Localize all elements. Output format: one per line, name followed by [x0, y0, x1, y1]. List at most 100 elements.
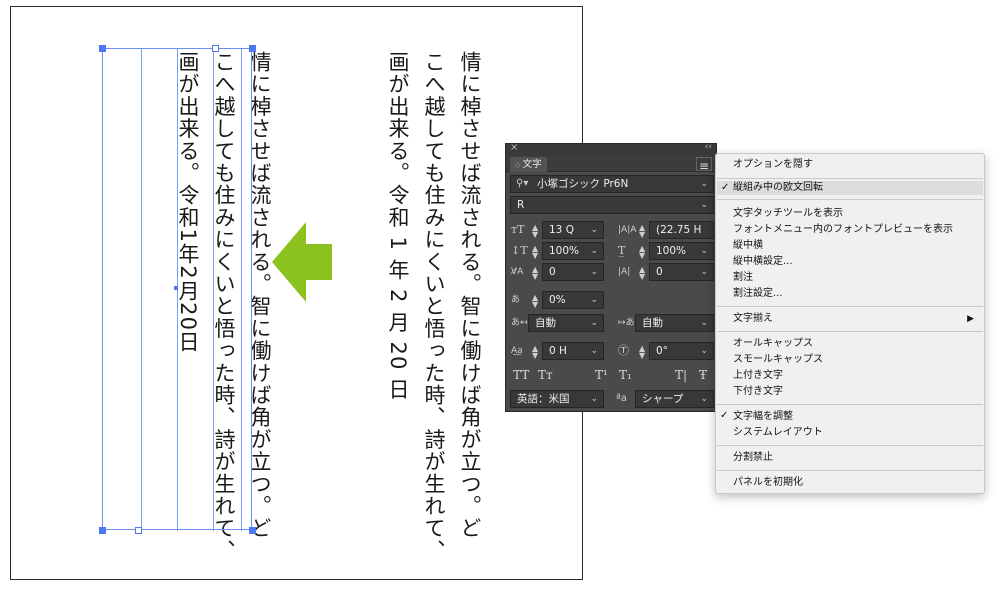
- menu-item-label: 縦組み中の欧文回転: [733, 182, 823, 193]
- vertical-scale-field[interactable]: 100% ⌄: [542, 242, 604, 260]
- selection-handle[interactable]: [99, 45, 106, 52]
- menu-item-adjust-character-width[interactable]: 文字幅を調整: [733, 410, 793, 424]
- menu-item-character-alignment[interactable]: 文字揃え: [733, 312, 773, 326]
- stepper-icon[interactable]: ▲ ▼: [639, 224, 645, 239]
- font-family-select[interactable]: ⚲▾ 小塚ゴシック Pr6N ⌄: [510, 175, 714, 193]
- font-style-value: R: [517, 199, 525, 211]
- font-size-icon: ᴛT: [511, 223, 525, 236]
- menu-item-show-font-preview[interactable]: フォントメニュー内のフォントプレビューを表示: [733, 223, 953, 237]
- menu-item-superscript[interactable]: 上付き文字: [733, 369, 783, 383]
- chevron-down-icon: ⌄: [700, 246, 708, 256]
- subscript-button[interactable]: T₁: [619, 368, 632, 382]
- stepper-icon[interactable]: ▲ ▼: [532, 345, 538, 360]
- antialias-value: シャープ: [642, 393, 684, 405]
- leading-field[interactable]: (22.75 H: [649, 221, 714, 239]
- font-size-field[interactable]: 13 Q ⌄: [542, 221, 604, 239]
- font-family-value: 小塚ゴシック Pr6N: [537, 178, 629, 190]
- rotation-value: 0°: [656, 345, 668, 357]
- character-panel: × ‹‹ ◇ 文字 ≡ ⚲▾ 小塚ゴシック Pr6N ⌄ R ⌄ ᴛT ▲ ▼ 1…: [505, 142, 717, 412]
- stepper-icon[interactable]: ▲ ▼: [532, 245, 538, 260]
- stepper-icon[interactable]: ▲ ▼: [532, 224, 538, 239]
- panel-menu-icon[interactable]: ≡: [695, 157, 712, 173]
- baseline-shift-icon: A͟a: [511, 346, 523, 356]
- aki-after-select[interactable]: 自動 ⌄: [635, 314, 714, 332]
- stepper-icon[interactable]: ▲ ▼: [639, 245, 645, 260]
- horizontal-scale-icon: T̲: [618, 244, 626, 257]
- menu-separator: [717, 178, 983, 179]
- font-style-select[interactable]: R ⌄: [510, 196, 714, 214]
- text-line: 画が出来る。令和 1 年 2 月 20 日: [386, 51, 410, 401]
- superscript-button[interactable]: T¹: [595, 368, 608, 382]
- search-icon: ⚲▾: [516, 178, 529, 189]
- stepper-icon[interactable]: ▲ ▼: [639, 266, 645, 281]
- menu-item-tate-chu-yoko[interactable]: 縦中横: [733, 239, 763, 253]
- menu-item-warichu[interactable]: 割注: [733, 271, 753, 285]
- aki-before-select[interactable]: 自動 ⌄: [528, 314, 604, 332]
- underline-button[interactable]: T|: [675, 368, 687, 382]
- antialias-select[interactable]: シャープ ⌄: [635, 390, 714, 408]
- chevron-down-icon: ⌄: [590, 295, 598, 305]
- tsume-icon: あ: [511, 295, 521, 305]
- chevron-down-icon: ⌄: [590, 346, 598, 356]
- selection-handle[interactable]: [249, 527, 256, 534]
- menu-separator: [717, 331, 983, 332]
- menu-item-rotate-roman-in-vertical[interactable]: ✓ 縦組み中の欧文回転: [717, 181, 983, 195]
- menu-item-tate-chu-yoko-settings[interactable]: 縦中横設定...: [733, 255, 793, 269]
- tsume-field[interactable]: 0% ⌄: [542, 291, 604, 309]
- horizontal-scale-value: 100%: [656, 245, 687, 257]
- antialias-icon: ªa: [616, 393, 627, 404]
- menu-item-show-touch-type-tool[interactable]: 文字タッチツールを表示: [733, 207, 843, 221]
- font-size-value: 13 Q: [549, 224, 574, 236]
- chevron-down-icon: ⌄: [700, 267, 708, 277]
- menu-item-system-layout[interactable]: システムレイアウト: [733, 426, 823, 440]
- menu-item-warichu-settings[interactable]: 割注設定...: [733, 287, 783, 301]
- tracking-field[interactable]: 0 ⌄: [649, 263, 714, 281]
- stepper-icon[interactable]: ▲ ▼: [532, 294, 538, 309]
- leading-icon: |A|A: [618, 225, 637, 235]
- kerning-field[interactable]: 0 ⌄: [542, 263, 604, 281]
- strikethrough-button[interactable]: Ŧ: [699, 368, 707, 382]
- panel-titlebar[interactable]: × ‹‹: [506, 142, 716, 156]
- menu-separator: [717, 470, 983, 471]
- chevron-down-icon: ⌄: [700, 346, 708, 356]
- aki-after-icon: ↦あ: [618, 318, 635, 328]
- aki-after-value: 自動: [642, 317, 663, 329]
- selection-handle[interactable]: [212, 45, 219, 52]
- chevron-down-icon: ⌄: [700, 200, 708, 210]
- language-select[interactable]: 英語：米国 ⌄: [510, 390, 604, 408]
- aki-before-value: 自動: [535, 317, 556, 329]
- tab-character[interactable]: ◇ 文字: [510, 157, 547, 172]
- language-value: 英語：米国: [517, 393, 570, 405]
- menu-item-reset-panel[interactable]: パネルを初期化: [733, 476, 803, 490]
- menu-item-subscript[interactable]: 下付き文字: [733, 385, 783, 399]
- kerning-value: 0: [549, 266, 556, 278]
- stepper-icon[interactable]: ▲ ▼: [532, 266, 538, 281]
- chevron-down-icon: ⌄: [590, 246, 598, 256]
- tab-label: 文字: [522, 159, 542, 170]
- small-caps-button[interactable]: Tт: [538, 368, 553, 382]
- rotation-field[interactable]: 0° ⌄: [649, 342, 714, 360]
- panel-tab-row: ◇ 文字 ≡: [506, 156, 716, 173]
- horizontal-scale-field[interactable]: 100% ⌄: [649, 242, 714, 260]
- menu-item-no-break[interactable]: 分割禁止: [733, 451, 773, 465]
- menu-item-small-caps[interactable]: スモールキャップス: [733, 353, 823, 367]
- chevron-down-icon: ⌄: [590, 267, 598, 277]
- tracking-icon: |A|: [618, 267, 631, 277]
- tab-grip-icon: ◇: [515, 161, 523, 169]
- selection-handle[interactable]: [249, 45, 256, 52]
- check-icon: ✓: [720, 410, 729, 421]
- menu-item-hide-options[interactable]: オプションを隠す: [733, 158, 813, 172]
- tsume-value: 0%: [549, 294, 566, 306]
- selection-handle[interactable]: [99, 527, 106, 534]
- text-column-original[interactable]: 情に棹させば流される。智に働けば角が立つ。ど こへ越しても住みにくいと悟った時、…: [370, 51, 488, 562]
- baseline-shift-value: 0 H: [549, 345, 567, 357]
- selection-handle[interactable]: [135, 527, 142, 534]
- close-icon[interactable]: ×: [510, 142, 518, 153]
- vertical-scale-icon: ↕T: [511, 244, 528, 257]
- stepper-icon[interactable]: ▲ ▼: [639, 345, 645, 360]
- collapse-icon[interactable]: ‹‹: [705, 142, 712, 152]
- leading-value: (22.75 H: [656, 224, 702, 236]
- menu-item-all-caps[interactable]: オールキャップス: [733, 337, 813, 351]
- baseline-shift-field[interactable]: 0 H ⌄: [542, 342, 604, 360]
- all-caps-button[interactable]: TT: [513, 368, 529, 382]
